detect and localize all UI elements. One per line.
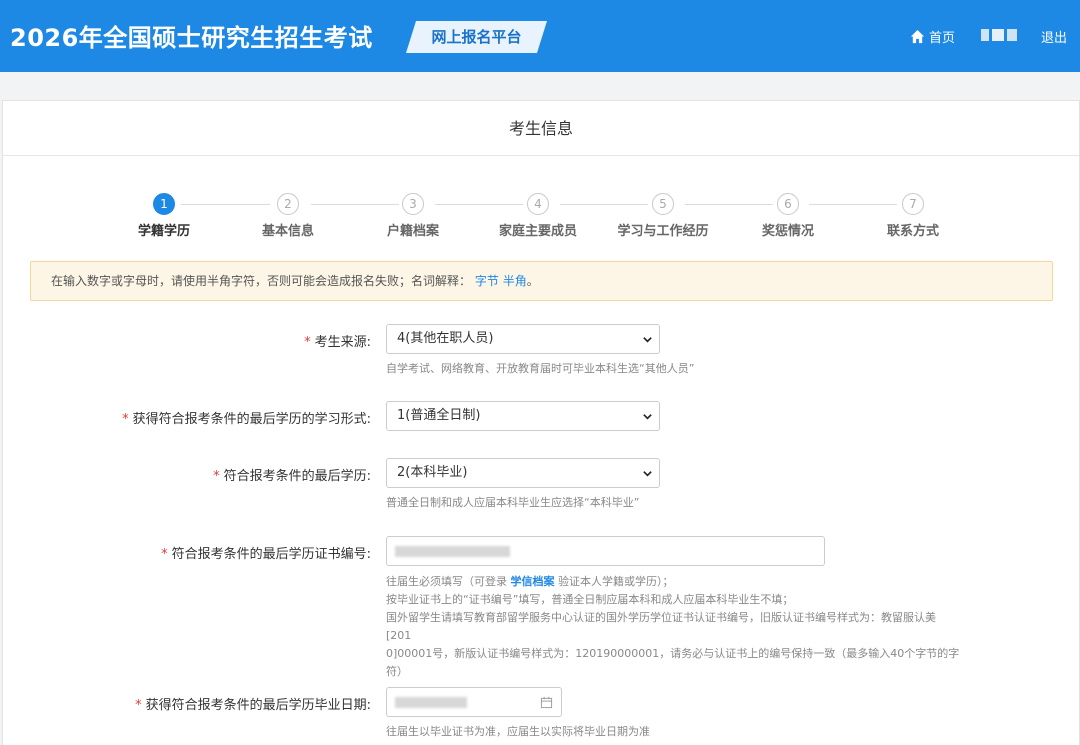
home-link[interactable]: 首页: [910, 26, 955, 46]
half-width-notice: 在输入数字或字母时，请使用半角字符，否则可能会造成报名失败；名词解释： 字节 半…: [30, 261, 1053, 301]
candidate-info-card: 考生信息 1 学籍学历 2 基本信息 3 户籍档案 4 家庭主要成员 5 学习与…: [2, 100, 1080, 745]
home-label: 首页: [929, 30, 956, 46]
redacted-value: [395, 697, 467, 708]
notice-message: 在输入数字或字母时，请使用半角字符，否则可能会造成报名失败；名词解释：: [51, 274, 472, 288]
xuexin-archive-link[interactable]: 学信档案: [511, 575, 555, 588]
step-4[interactable]: 4 家庭主要成员: [483, 193, 593, 239]
grad-date-help: 往届生以毕业证书为准，应届生以实际将毕业日期为准: [386, 725, 650, 738]
calendar-icon[interactable]: [540, 696, 553, 709]
byte-link[interactable]: 字节: [475, 274, 499, 288]
card-title: 考生信息: [508, 119, 573, 138]
notice-end: 。: [526, 274, 539, 288]
chevron-down-icon: [643, 471, 652, 477]
step-label: 学籍学历: [137, 224, 190, 239]
source-label: * 考生来源:: [304, 331, 371, 350]
user-name-redacted[interactable]: [981, 26, 1019, 44]
certificate-label-row: * 符合报考条件的最后学历证书编号:: [3, 536, 371, 566]
required-mark: *: [304, 335, 311, 350]
grad-date-label: * 获得符合报考条件的最后学历毕业日期:: [135, 694, 371, 713]
grad-date-input[interactable]: [386, 687, 562, 717]
logout-link[interactable]: 退出: [1041, 27, 1067, 46]
top-navbar: 2026年全国硕士研究生招生考试 网上报名平台 首页 退出: [0, 0, 1080, 72]
last-degree-select[interactable]: 2(本科毕业): [386, 458, 660, 488]
notice-text: 在输入数字或字母时，请使用半角字符，否则可能会造成报名失败；名词解释： 字节 半…: [51, 262, 539, 300]
redacted-value: [395, 546, 510, 557]
card-header: 考生信息: [3, 101, 1079, 156]
step-2[interactable]: 2 基本信息: [233, 193, 343, 239]
grad-date-label-text: 获得符合报考条件的最后学历毕业日期:: [145, 698, 371, 713]
step-number: 4: [527, 193, 549, 215]
step-1[interactable]: 1 学籍学历: [109, 193, 219, 239]
source-select[interactable]: 4(其他在职人员): [386, 324, 660, 354]
step-label: 奖惩情况: [761, 224, 814, 239]
required-mark: *: [122, 412, 129, 427]
study-form-select[interactable]: 1(普通全日制): [386, 401, 660, 431]
platform-badge: 网上报名平台: [406, 21, 547, 53]
required-mark: *: [161, 547, 168, 562]
step-3[interactable]: 3 户籍档案: [358, 193, 468, 239]
step-number: 6: [777, 193, 799, 215]
source-label-row: * 考生来源:: [3, 324, 371, 354]
step-5[interactable]: 5 学习与工作经历: [608, 193, 718, 239]
step-6[interactable]: 6 奖惩情况: [733, 193, 843, 239]
platform-label: 网上报名平台: [431, 28, 522, 46]
source-label-text: 考生来源:: [314, 335, 371, 350]
certificate-label: * 符合报考条件的最后学历证书编号:: [161, 543, 371, 562]
source-help: 自学考试、网络教育、开放教育届时可毕业本科生选“其他人员”: [386, 362, 695, 375]
study-form-select-value: 1(普通全日制): [397, 408, 481, 423]
certificate-help-prefix: 往届生必须填写（可登录: [386, 575, 507, 588]
step-label: 家庭主要成员: [498, 224, 577, 239]
study-form-label-text: 获得符合报考条件的最后学历的学习形式:: [132, 412, 371, 427]
last-degree-label-row: * 符合报考条件的最后学历:: [3, 458, 371, 488]
required-mark: *: [135, 698, 142, 713]
chevron-down-icon: [643, 337, 652, 343]
step-number: 7: [902, 193, 924, 215]
last-degree-label: * 符合报考条件的最后学历:: [213, 465, 371, 484]
grad-date-label-row: * 获得符合报考条件的最后学历毕业日期:: [3, 687, 371, 717]
home-icon: [910, 29, 925, 43]
certificate-help-line: 按毕业证书上的“证书编号”填写，普通全日制应届本科和成人应届本科毕业生不填；: [386, 593, 794, 606]
last-degree-label-text: 符合报考条件的最后学历:: [223, 469, 371, 484]
certificate-number-input[interactable]: [386, 536, 825, 566]
certificate-help-line: 0]00001号，新版认证书编号样式为：120190000001，请务必与认证书…: [386, 647, 960, 660]
step-7[interactable]: 7 联系方式: [858, 193, 968, 239]
study-form-label: * 获得符合报考条件的最后学历的学习形式:: [122, 408, 371, 427]
step-number: 3: [402, 193, 424, 215]
last-degree-help: 普通全日制和成人应届本科毕业生应选择“本科毕业”: [386, 496, 640, 509]
required-mark: *: [213, 469, 220, 484]
certificate-help-suffix: 验证本人学籍或学历）；: [558, 575, 674, 588]
site-title: 2026年全国硕士研究生招生考试: [10, 24, 373, 52]
step-label: 联系方式: [886, 224, 939, 239]
certificate-help: 往届生必须填写（可登录 学信档案 验证本人学籍或学历）； 按毕业证书上的“证书编…: [386, 573, 961, 681]
step-number: 2: [277, 193, 299, 215]
certificate-label-text: 符合报考条件的最后学历证书编号:: [171, 547, 371, 562]
half-width-link[interactable]: 半角: [503, 274, 527, 288]
last-degree-select-value: 2(本科毕业): [397, 465, 468, 480]
certificate-help-line: 符）: [386, 665, 408, 678]
step-label: 户籍档案: [386, 224, 439, 239]
study-form-label-row: * 获得符合报考条件的最后学历的学习形式:: [3, 401, 371, 431]
step-number: 5: [652, 193, 674, 215]
step-number: 1: [153, 193, 175, 215]
source-select-value: 4(其他在职人员): [397, 331, 494, 346]
step-label: 基本信息: [261, 224, 314, 239]
step-label: 学习与工作经历: [617, 224, 709, 239]
chevron-down-icon: [643, 414, 652, 420]
progress-steps: 1 学籍学历 2 基本信息 3 户籍档案 4 家庭主要成员 5 学习与工作经历 …: [3, 191, 1079, 241]
certificate-help-line: 国外留学生请填写教育部留学服务中心认证的国外学历学位证书认证书编号，旧版认证书编…: [386, 611, 936, 642]
